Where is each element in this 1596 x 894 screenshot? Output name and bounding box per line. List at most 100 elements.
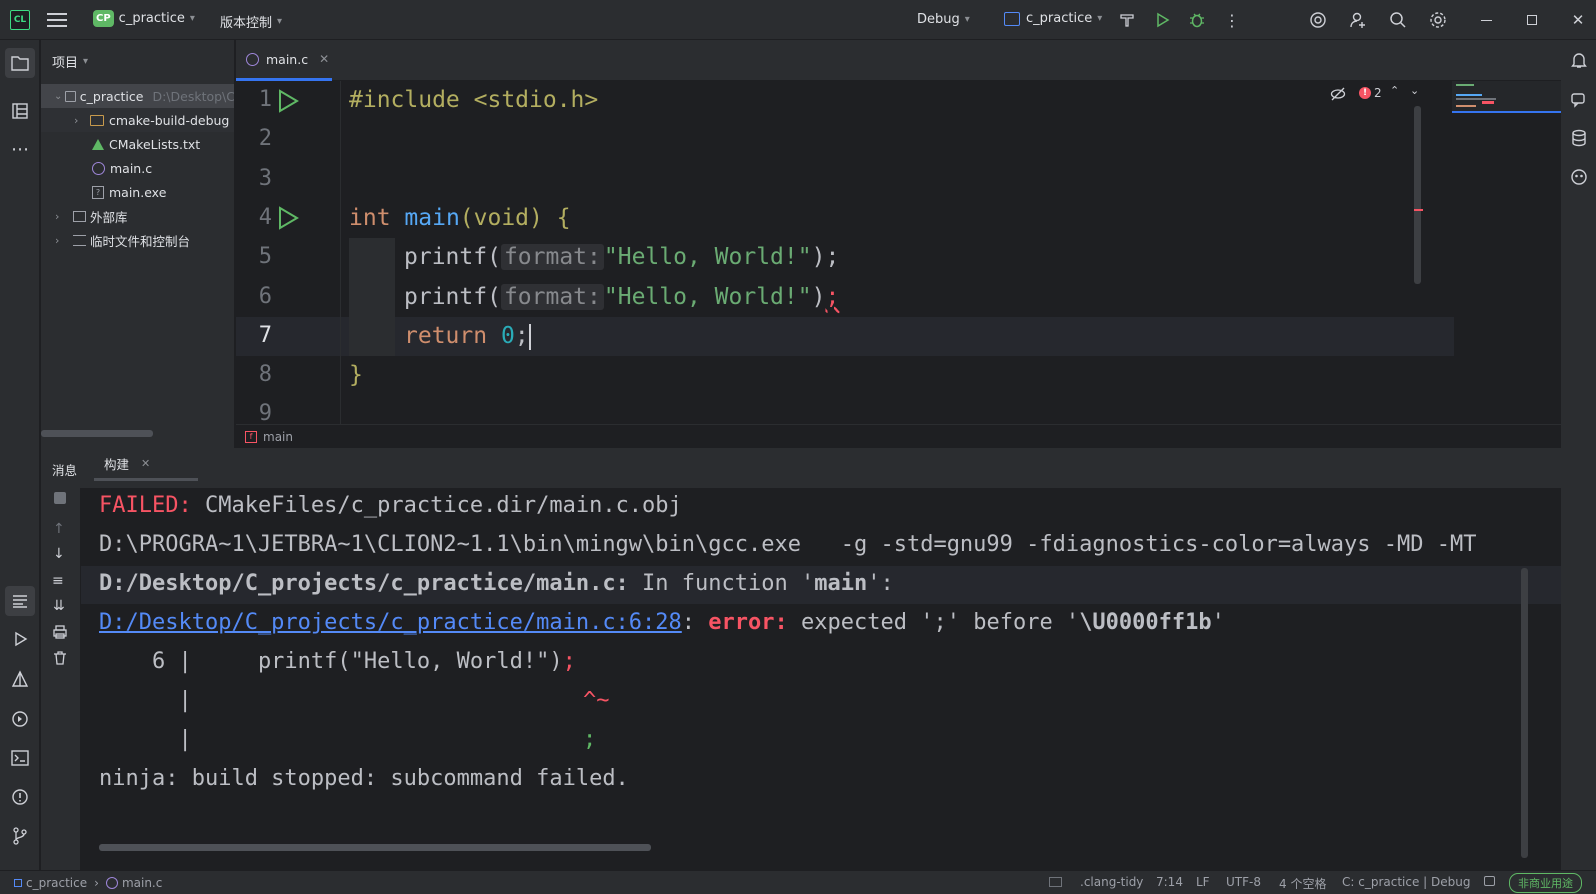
breadcrumb-item[interactable]: main	[263, 430, 293, 444]
tree-item-main-exe[interactable]: ? main.exe	[41, 180, 234, 204]
copilot-icon[interactable]	[1567, 165, 1591, 189]
run-icon[interactable]	[1150, 8, 1174, 32]
main-menu-icon[interactable]	[47, 10, 67, 30]
project-panel-header[interactable]: 项目 ▾	[52, 52, 88, 71]
tab-messages[interactable]: 消息	[52, 460, 77, 479]
close-icon[interactable]: ✕	[1566, 8, 1590, 32]
status-lint[interactable]: .clang-tidy	[1080, 875, 1143, 889]
lock-icon[interactable]	[1484, 876, 1495, 886]
line-number: 3	[258, 166, 272, 191]
code-editor[interactable]: 1 2 3 4 5 6 7 8 9 #include <stdio.h> int…	[236, 81, 1561, 424]
tree-root-c-practice[interactable]: ⌄ c_practice D:\Desktop\C	[41, 84, 234, 108]
prev-error-icon[interactable]: ⌃	[1390, 84, 1399, 97]
project-hscrollbar[interactable]	[41, 430, 153, 437]
code-text: printf(	[404, 244, 501, 270]
status-encoding[interactable]: UTF-8	[1226, 875, 1261, 889]
cmake-icon[interactable]	[8, 667, 32, 691]
license-badge[interactable]: 非商业用途	[1509, 873, 1582, 893]
trash-icon[interactable]	[52, 650, 68, 670]
stop-icon[interactable]	[54, 492, 66, 504]
more-vertical-icon[interactable]: ⋮	[1220, 8, 1244, 32]
output-line: D:/Desktop/C_projects/c_practice/main.c:…	[99, 571, 894, 596]
run-tool-icon[interactable]	[8, 627, 32, 651]
run-target-selector[interactable]: c_practice ▾	[1004, 11, 1102, 26]
project-folder-icon[interactable]	[5, 48, 35, 78]
output-hscrollbar[interactable]	[99, 844, 651, 851]
status-context[interactable]: C: c_practice | Debug	[1342, 875, 1471, 889]
status-crumb-project[interactable]: c_practice	[26, 876, 87, 890]
config-selector[interactable]: Debug ▾	[917, 12, 970, 27]
tree-item-cmake-build-debug[interactable]: › cmake-build-debug	[41, 108, 234, 132]
status-line-separator[interactable]: LF	[1196, 875, 1210, 889]
module-folder-icon	[65, 90, 76, 102]
problems-icon[interactable]	[8, 785, 32, 809]
build-hammer-icon[interactable]	[1115, 8, 1139, 32]
search-icon[interactable]	[1386, 8, 1410, 32]
error-char: ;	[562, 649, 576, 674]
tree-item-cmakelists[interactable]: CMakeLists.txt	[41, 132, 234, 156]
ai-assistant-icon[interactable]	[1306, 8, 1330, 32]
code-line-1: #include <stdio.h>	[349, 87, 599, 113]
string-literal: "Hello, World!"	[603, 284, 812, 310]
build-output[interactable]: FAILED: CMakeFiles/c_practice.dir/main.c…	[81, 488, 1561, 870]
error-location-link[interactable]: D:/Desktop/C_projects/c_practice/main.c:…	[99, 610, 682, 635]
tree-item-label: main.exe	[109, 184, 167, 200]
minimize-icon[interactable]	[1474, 8, 1498, 32]
project-badge: CP	[93, 10, 114, 27]
project-switcher[interactable]: CP c_practice ▾	[93, 10, 195, 27]
arrow-up-icon[interactable]: ↑	[53, 521, 65, 537]
ai-chat-icon[interactable]	[1567, 88, 1591, 112]
tree-item-main-c[interactable]: main.c	[41, 156, 234, 180]
services-icon[interactable]	[8, 707, 32, 731]
tree-item-label: 临时文件和控制台	[90, 233, 191, 249]
tab-main-c[interactable]: main.c ✕	[236, 40, 332, 81]
close-tab-icon[interactable]: ✕	[319, 52, 329, 66]
tree-item-label: cmake-build-debug	[109, 112, 230, 128]
build-toolbar: ↑ ↓ ≡ ⇊	[41, 488, 81, 870]
build-messages-icon[interactable]	[5, 586, 35, 616]
debug-bug-icon[interactable]	[1185, 8, 1209, 32]
status-crumb-file[interactable]: main.c	[122, 876, 162, 890]
tree-item-scratches[interactable]: › 临时文件和控制台	[41, 228, 234, 252]
error-message: expected ';' before '	[787, 610, 1080, 635]
error-count-badge[interactable]: ! 2	[1359, 86, 1382, 100]
vcs-menu[interactable]: 版本控制 ▾	[220, 12, 282, 31]
error-stripe-marker[interactable]	[1414, 209, 1423, 211]
hide-hints-icon[interactable]	[1330, 87, 1346, 105]
output-line: |;	[99, 727, 596, 752]
status-position[interactable]: 7:14	[1156, 875, 1183, 889]
arrow-down-icon[interactable]: ↓	[53, 546, 65, 562]
line-number: 4	[258, 205, 272, 230]
run-gutter-icon[interactable]	[277, 89, 299, 117]
run-gutter-icon[interactable]	[277, 206, 299, 234]
status-indent[interactable]: 4 个空格	[1279, 875, 1326, 892]
notifications-bell-icon[interactable]	[1567, 48, 1591, 72]
editor-vscrollbar[interactable]	[1414, 106, 1421, 284]
git-branch-icon[interactable]	[8, 824, 32, 848]
scroll-to-end-icon[interactable]: ⇊	[53, 598, 65, 614]
tab-build[interactable]: 构建 ✕	[94, 448, 198, 481]
print-icon[interactable]	[52, 624, 68, 644]
chevron-down-icon: ▾	[189, 13, 195, 24]
next-error-icon[interactable]: ⌄	[1410, 84, 1419, 97]
chevron-down-icon: ⌄	[54, 90, 63, 102]
soft-wrap-icon[interactable]: ≡	[52, 573, 64, 589]
code-text: )	[811, 284, 826, 310]
structure-icon[interactable]	[8, 99, 32, 123]
chevron-right-icon: ›	[74, 113, 79, 127]
output-text: ':	[867, 571, 894, 596]
close-tab-icon[interactable]: ✕	[141, 457, 150, 470]
database-icon[interactable]	[1567, 126, 1591, 150]
gear-icon[interactable]	[1426, 8, 1450, 32]
code-line-6: printf(format: "Hello, World!");	[404, 284, 839, 310]
tree-item-external-libs[interactable]: › 外部库	[41, 204, 234, 228]
code-text: ;	[514, 323, 529, 349]
restore-icon[interactable]	[1520, 8, 1544, 32]
add-user-icon[interactable]	[1346, 8, 1370, 32]
more-horizontal-icon[interactable]: ⋯	[8, 137, 32, 161]
minimap[interactable]	[1452, 81, 1561, 113]
terminal-icon[interactable]	[8, 746, 32, 770]
clion-logo-icon[interactable]: CL	[10, 10, 30, 30]
output-vscrollbar[interactable]	[1521, 568, 1528, 858]
folder-icon[interactable]	[1049, 877, 1062, 887]
